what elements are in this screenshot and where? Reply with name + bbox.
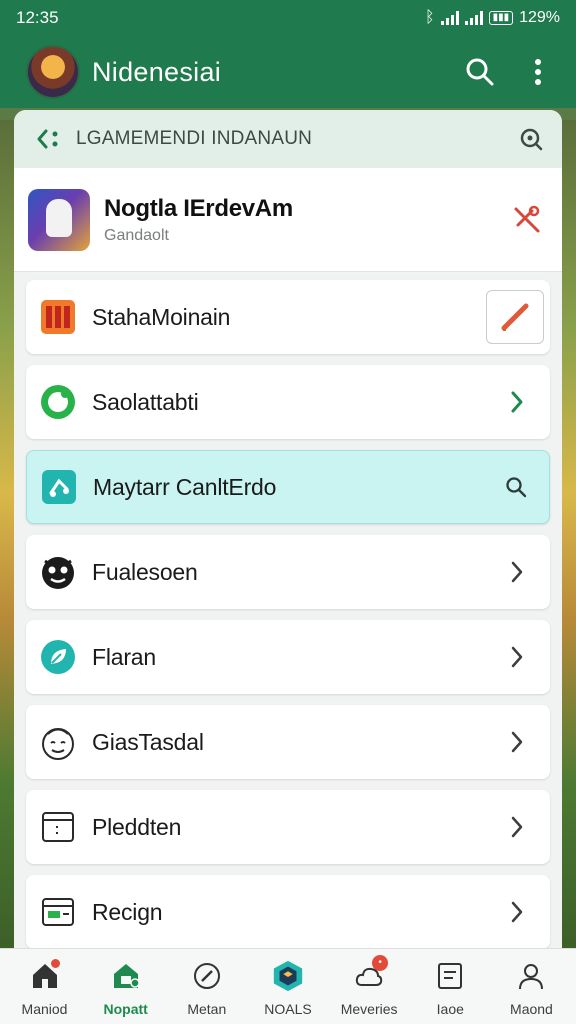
list-item[interactable]: StahaMoinain <box>26 280 550 354</box>
chevron-right-icon <box>500 895 534 929</box>
chevron-right-icon <box>500 810 534 844</box>
list-doc-icon <box>433 959 467 993</box>
list-item-label: Pleddten <box>92 813 182 840</box>
music-share-icon <box>39 467 79 507</box>
battery-icon: ▮▮▮ <box>488 11 514 25</box>
game-app-icon <box>28 188 90 251</box>
home-icon <box>28 959 62 993</box>
search-icon[interactable] <box>499 470 533 504</box>
chevron-right-icon <box>500 385 534 419</box>
edit-button[interactable] <box>486 290 544 344</box>
card-icon <box>38 892 78 932</box>
game-tile-icon <box>38 297 78 337</box>
more-vert-icon <box>535 59 541 85</box>
leaf-icon <box>38 637 78 677</box>
nav-label: Meveries <box>340 1001 398 1017</box>
featured-text: Nogtla IErdevAm Gandaolt <box>104 195 510 245</box>
main-panel: LGAMEMENDI INDANAUN Nogtla IErdevAm Gand… <box>14 110 562 950</box>
featured-game[interactable]: Nogtla IErdevAm Gandaolt <box>14 168 562 272</box>
signal-icon-2 <box>464 11 483 25</box>
list-item-label: Saolattabti <box>92 388 199 415</box>
chevron-right-icon <box>500 555 534 589</box>
list-item[interactable]: Recign <box>26 875 550 949</box>
app-title: Nidenesiai <box>92 56 222 87</box>
store-icon <box>109 959 143 993</box>
more-options-button[interactable] <box>516 50 560 94</box>
app-bar: Nidenesiai <box>0 36 576 108</box>
signal-icon <box>440 11 459 25</box>
chevron-right-icon <box>500 725 534 759</box>
smiley-face-icon <box>38 722 78 762</box>
compass-icon <box>190 959 224 993</box>
search-icon <box>466 58 494 86</box>
nav-item-list[interactable]: Iaoe <box>410 949 491 1024</box>
list-item-label: GiasTasdal <box>92 728 204 755</box>
avatar[interactable] <box>26 45 80 99</box>
battery-level: 129% <box>519 9 560 26</box>
list-item[interactable]: Saolattabti <box>26 365 550 439</box>
notification-dot <box>50 959 60 968</box>
bottom-navigation: Maniod Nopatt Metan NOALS • Meveries Iao… <box>0 948 576 1024</box>
nav-label: Iaoe <box>436 1001 464 1017</box>
list-item-label: Fualesoen <box>92 558 198 585</box>
status-bar: 12:35 ᛒ ▮▮▮ 129% <box>0 0 576 36</box>
chat-bubble-icon <box>38 382 78 422</box>
nav-label: Maniod <box>21 1001 68 1017</box>
nav-label: NOALS <box>264 1001 312 1017</box>
cloud-badge-icon: • <box>352 955 389 993</box>
status-time: 12:35 <box>16 8 59 27</box>
featured-subtitle: Gandaolt <box>104 226 169 244</box>
person-icon <box>514 959 548 993</box>
nav-item-store[interactable]: Nopatt <box>85 949 166 1024</box>
nav-item-home[interactable]: Maniod <box>4 949 85 1024</box>
list-item[interactable]: GiasTasdal <box>26 705 550 779</box>
list-item[interactable]: Fualesoen <box>26 535 550 609</box>
bluetooth-icon: ᛒ <box>424 9 435 26</box>
nav-label: Metan <box>187 1001 227 1017</box>
list-item[interactable]: Pleddten <box>26 790 550 864</box>
list-item-label: Maytarr CanltErdo <box>93 473 277 500</box>
list-item-label: StahaMoinain <box>92 303 231 330</box>
notification-badge: • <box>372 955 389 971</box>
game-cube-icon <box>271 959 305 993</box>
chevron-right-icon <box>500 640 534 674</box>
tools-icon[interactable] <box>510 203 544 237</box>
list-item-label: Flaran <box>92 643 156 670</box>
list-item-label: Recign <box>92 898 163 925</box>
menu-list: StahaMoinain Saolattabti Maytarr CanltEr… <box>14 272 562 949</box>
nav-item-compass[interactable]: Metan <box>166 949 247 1024</box>
edit-icon <box>501 303 529 331</box>
back-share-icon[interactable] <box>36 128 62 150</box>
list-item-active[interactable]: Maytarr CanltErdo <box>26 450 550 524</box>
nav-item-games[interactable]: NOALS <box>247 949 328 1024</box>
search-button[interactable] <box>458 50 502 94</box>
mask-face-icon <box>38 552 78 592</box>
status-icons: ᛒ ▮▮▮ 129% <box>425 9 560 27</box>
nav-item-updates[interactable]: • Meveries <box>329 949 410 1024</box>
nav-label: Maond <box>510 1001 553 1017</box>
panel-header: LGAMEMENDI INDANAUN <box>14 110 562 168</box>
document-icon <box>38 807 78 847</box>
nav-label: Nopatt <box>103 1001 148 1017</box>
nav-item-profile[interactable]: Maond <box>491 949 572 1024</box>
featured-name: Nogtla IErdevAm <box>104 194 293 222</box>
panel-title: LGAMEMENDI INDANAUN <box>76 128 313 149</box>
search-icon[interactable] <box>518 126 544 152</box>
list-item[interactable]: Flaran <box>26 620 550 694</box>
